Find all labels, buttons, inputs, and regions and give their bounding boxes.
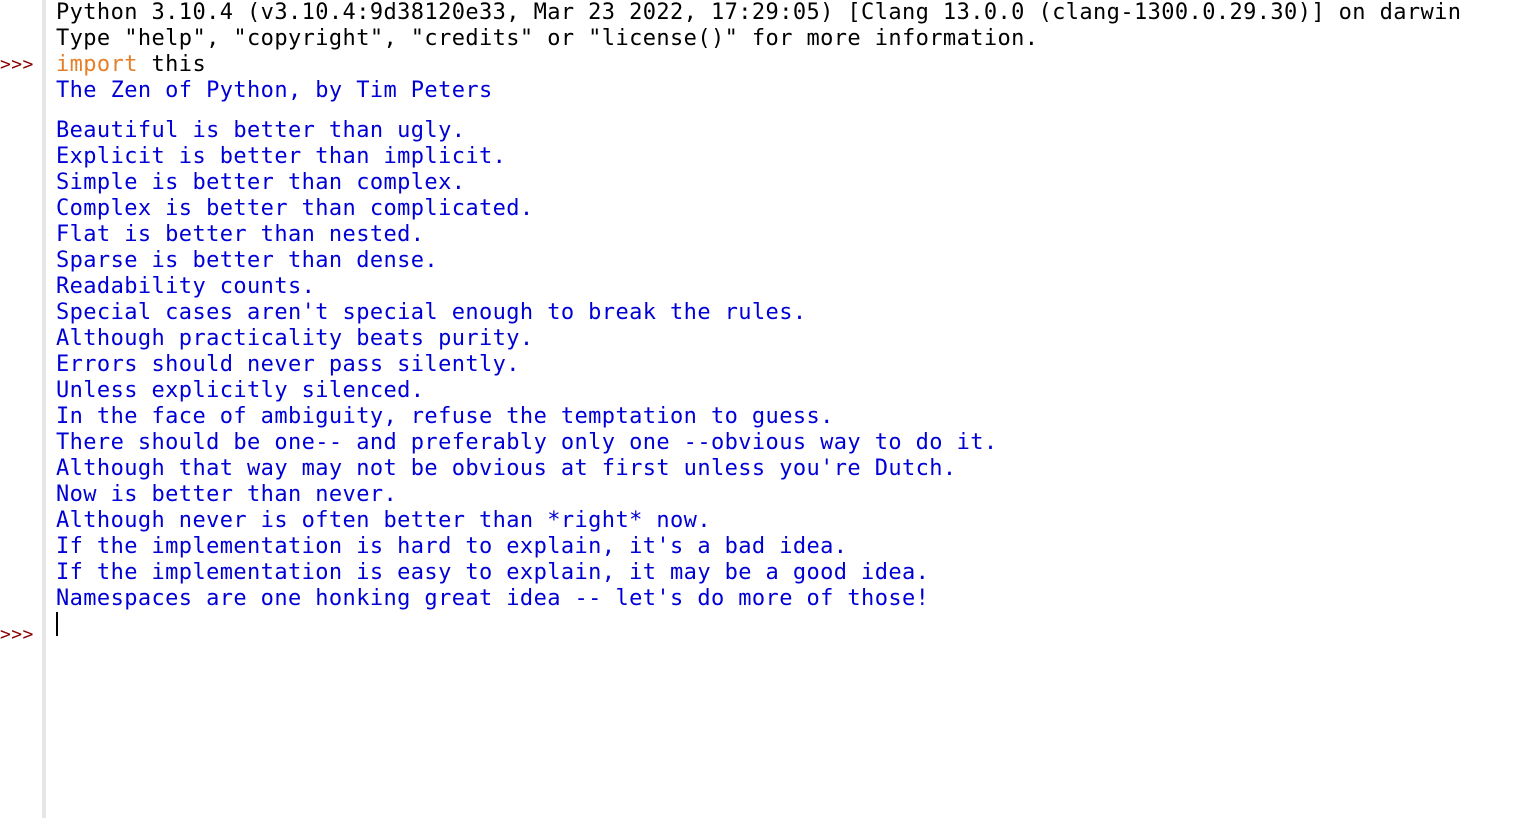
zen-line: Although practicality beats purity.	[56, 326, 534, 351]
zen-line: In the face of ambiguity, refuse the tem…	[56, 404, 834, 429]
zen-line: Simple is better than complex.	[56, 170, 466, 195]
zen-line: Flat is better than nested.	[56, 222, 425, 247]
input-line[interactable]	[56, 612, 1520, 638]
zen-line: Unless explicitly silenced.	[56, 378, 425, 403]
shell-text-area[interactable]: Python 3.10.4 (v3.10.4:9d38120e33, Mar 2…	[56, 0, 1520, 638]
import-keyword: import	[56, 52, 138, 77]
zen-line: Errors should never pass silently.	[56, 352, 520, 377]
zen-line: Complex is better than complicated.	[56, 196, 534, 221]
output-title: The Zen of Python, by Tim Peters	[56, 78, 493, 103]
zen-line: There should be one-- and preferably onl…	[56, 430, 998, 455]
command-rest: this	[137, 52, 207, 77]
zen-line: Readability counts.	[56, 274, 316, 299]
zen-line: Although that way may not be obvious at …	[56, 456, 957, 481]
zen-line: Explicit is better than implicit.	[56, 144, 507, 169]
zen-line: Beautiful is better than ugly.	[56, 118, 466, 143]
zen-line: Sparse is better than dense.	[56, 248, 439, 273]
zen-output: Beautiful is better than ugly. Explicit i…	[56, 118, 1520, 612]
text-cursor	[56, 612, 58, 636]
python-shell-window[interactable]: >>> >>> Python 3.10.4 (v3.10.4:9d38120e3…	[0, 0, 1520, 818]
zen-line: If the implementation is hard to explain…	[56, 534, 848, 559]
zen-line: Namespaces are one honking great idea --…	[56, 586, 930, 611]
prompt-marker-1: >>>	[0, 54, 34, 75]
prompt-gutter	[0, 0, 42, 818]
zen-line: Special cases aren't special enough to b…	[56, 300, 807, 325]
zen-line: If the implementation is easy to explain…	[56, 560, 930, 585]
banner-line-1: Python 3.10.4 (v3.10.4:9d38120e33, Mar 2…	[56, 0, 1462, 25]
banner-line-2: Type "help", "copyright", "credits" or "…	[56, 26, 1039, 51]
prompt-marker-2: >>>	[0, 624, 34, 645]
command-line: import this	[56, 52, 1520, 78]
zen-line: Although never is often better than *rig…	[56, 508, 711, 533]
zen-line: Now is better than never.	[56, 482, 398, 507]
gutter-divider	[42, 0, 46, 818]
